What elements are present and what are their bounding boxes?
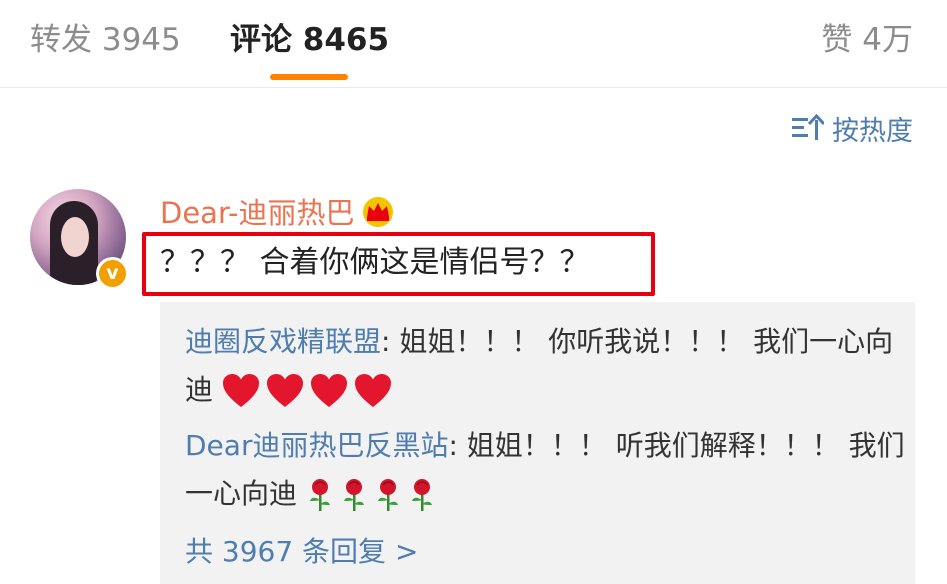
- reply-username[interactable]: 迪圈反戏精联盟: [185, 325, 381, 358]
- reply-username[interactable]: Dear迪丽热巴反黑站: [185, 429, 448, 462]
- comment-username[interactable]: Dear-迪丽热巴: [160, 189, 396, 233]
- heart-icon: [310, 374, 347, 407]
- view-all-replies-link[interactable]: 共 3967 条回复 >: [185, 532, 418, 572]
- active-tab-indicator: [270, 74, 348, 80]
- username-text: Dear-迪丽热巴: [160, 196, 355, 230]
- rose-icon: [309, 479, 330, 511]
- replies-panel: 迪圈反戏精联盟: 姐姐！！！ 你听我说！！！ 我们一心向迪 Dear迪丽热巴反黑…: [160, 302, 915, 584]
- sort-label: 按热度: [832, 115, 913, 147]
- heart-icon: [354, 374, 391, 407]
- heart-icon: [222, 374, 259, 407]
- sort-icon: [792, 114, 824, 140]
- tab-repost[interactable]: 转发 3945: [30, 18, 181, 62]
- sort-by-popularity-button[interactable]: 按热度: [792, 110, 913, 147]
- tab-bar: 转发 3945 评论 8465 赞 4万: [0, 0, 947, 88]
- rose-emojis: [306, 477, 442, 511]
- heart-icon: [266, 374, 303, 407]
- heart-emojis: [222, 373, 398, 407]
- tab-likes[interactable]: 赞 4万: [821, 18, 913, 62]
- rose-icon: [343, 479, 364, 511]
- reply-item: 迪圈反戏精联盟: 姐姐！！！ 你听我说！！！ 我们一心向迪: [185, 318, 905, 414]
- crown-icon: [363, 197, 394, 227]
- comment-text: ？？？ 合着你俩这是情侣号？？: [160, 245, 590, 280]
- tab-comments[interactable]: 评论 8465: [230, 18, 389, 62]
- verified-badge-icon: v: [96, 257, 129, 290]
- rose-icon: [377, 479, 398, 511]
- rose-icon: [411, 479, 432, 511]
- reply-item: Dear迪丽热巴反黑站: 姐姐！！！ 听我们解释！！！ 我们一心向迪: [185, 422, 905, 518]
